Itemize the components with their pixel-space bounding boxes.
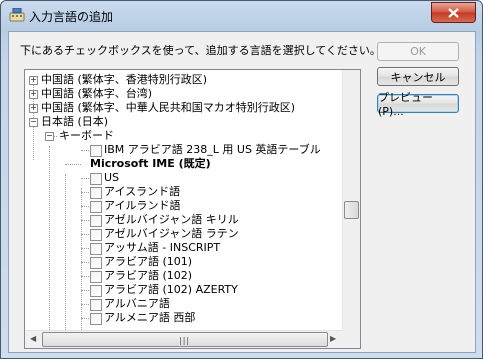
checkbox[interactable]	[90, 243, 102, 255]
checkbox[interactable]	[90, 257, 102, 269]
tree-connector-line	[65, 174, 66, 346]
checkbox[interactable]	[90, 201, 102, 213]
dialog-body: 下にあるチェックボックスを使って、追加する言語を選択してください。 OK キャン…	[8, 31, 476, 353]
horizontal-scroll-thumb[interactable]: |||	[42, 332, 328, 347]
checkbox[interactable]	[90, 229, 102, 241]
grip-icon: |||	[179, 336, 191, 345]
expand-icon[interactable]: +	[29, 76, 38, 85]
close-button[interactable]	[431, 2, 476, 23]
checkbox[interactable]	[90, 187, 102, 199]
checkbox[interactable]	[90, 271, 102, 283]
instruction-text: 下にあるチェックボックスを使って、追加する言語を選択してください。	[20, 44, 381, 57]
keyboard-option-label: アッサム語 - INSCRIPT	[104, 241, 221, 254]
tree-language-item-label: 中国語 (繁体字、香港特別行政区)	[41, 73, 208, 86]
tree-keyboard-group-label: キーボード	[59, 129, 114, 142]
keyboard-option-label: アルメニア語 西部	[104, 311, 196, 324]
close-icon	[448, 7, 459, 18]
collapse-icon[interactable]: −	[45, 132, 54, 141]
keyboard-option-label: アルバニア語	[104, 297, 170, 310]
tree-language-item-label: 中国語 (繁体字、中華人民共和国マカオ特別行政区)	[41, 101, 296, 114]
keyboard-option-label: アラビア語 (102) AZERTY	[104, 283, 238, 296]
vertical-scroll-thumb[interactable]	[344, 201, 359, 219]
tree-connector-line	[65, 164, 81, 165]
scroll-right-arrow-icon[interactable]: ▶	[330, 334, 336, 343]
preview-button[interactable]: プレビュー(P)...	[377, 91, 459, 118]
tree-language-item-label: 中国語 (繁体字、台湾)	[41, 87, 153, 100]
keyboard-option-label: US	[104, 171, 120, 184]
horizontal-scrollbar[interactable]: ◀ ||| ▶	[25, 330, 343, 348]
tree-language-item-label: 日本語 (日本)	[41, 115, 109, 128]
checkbox[interactable]	[90, 299, 102, 311]
keyboard-option-label: IBM アラビア語 238_L 用 US 英語テーブル	[104, 143, 321, 156]
tree-connector-line	[81, 188, 82, 346]
tree-ime-group-label: Microsoft IME (既定)	[90, 157, 211, 170]
keyboard-language-icon	[9, 8, 25, 22]
scrollbar-corner	[343, 331, 360, 348]
keyboard-option-label: アゼルバイジャン語 キリル	[104, 213, 239, 226]
add-input-language-dialog: 入力言語の追加 下にあるチェックボックスを使って、追加する言語を選択してください…	[0, 0, 483, 359]
window-title: 入力言語の追加	[29, 10, 114, 24]
checkbox[interactable]	[90, 285, 102, 297]
vertical-scrollbar[interactable]	[342, 70, 360, 331]
title-bar[interactable]: 入力言語の追加	[1, 1, 482, 31]
language-tree[interactable]: + 中国語 (繁体字、香港特別行政区) + 中国語 (繁体字、台湾) + 中国語 (繁体字…	[24, 69, 361, 349]
checkbox[interactable]	[90, 173, 102, 185]
scroll-left-arrow-icon[interactable]: ◀	[30, 334, 36, 343]
checkbox[interactable]	[90, 313, 102, 325]
ok-button[interactable]: OK	[377, 42, 459, 61]
cancel-button[interactable]: キャンセル	[377, 67, 459, 86]
keyboard-option-label: アイルランド語	[104, 199, 181, 212]
expand-icon[interactable]: +	[29, 104, 38, 113]
keyboard-option-label: アラビア語 (102)	[104, 269, 193, 282]
keyboard-option-label: アゼルバイジャン語 ラテン	[104, 227, 239, 240]
expand-icon[interactable]: +	[29, 90, 38, 99]
keyboard-option-label: アラビア語 (101)	[104, 255, 193, 268]
collapse-icon[interactable]: −	[29, 118, 38, 127]
keyboard-option-label: アイスランド語	[104, 185, 181, 198]
checkbox[interactable]	[90, 145, 102, 157]
checkbox[interactable]	[90, 215, 102, 227]
tree-connector-line	[49, 146, 50, 346]
